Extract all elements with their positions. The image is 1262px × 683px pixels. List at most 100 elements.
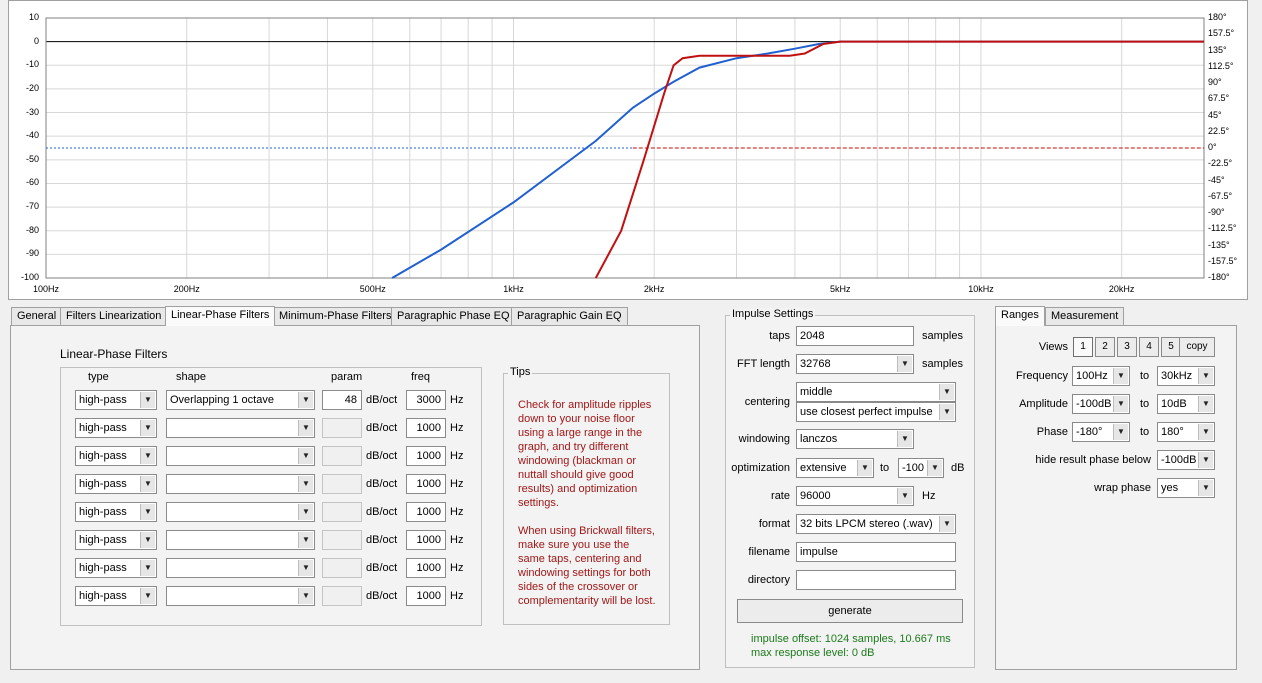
view-3-button[interactable]: 3 bbox=[1117, 337, 1137, 357]
wrap-phase-select[interactable]: yes ▼ bbox=[1157, 478, 1215, 498]
filter-param-input[interactable] bbox=[322, 586, 362, 606]
filter-param-unit: dB/oct bbox=[366, 534, 398, 546]
filter-param-input[interactable] bbox=[322, 530, 362, 550]
filter-freq-input[interactable]: 1000 bbox=[406, 586, 446, 606]
tips-line: windowing settings for both bbox=[518, 567, 651, 579]
frequency-from-select[interactable]: 100Hz ▼ bbox=[1072, 366, 1130, 386]
x-tick-label: 500Hz bbox=[359, 284, 386, 294]
tab-measurement[interactable]: Measurement bbox=[1045, 307, 1125, 325]
rate-unit: Hz bbox=[922, 490, 936, 502]
filter-type-select[interactable]: high-pass ▼ bbox=[75, 446, 157, 466]
optimization-select[interactable]: extensive ▼ bbox=[796, 458, 874, 478]
filter-freq-input[interactable]: 3000 bbox=[406, 390, 446, 410]
filter-freq-input[interactable]: 1000 bbox=[406, 530, 446, 550]
filter-freq-input[interactable]: 1000 bbox=[406, 446, 446, 466]
tab-minimum-phase-filters[interactable]: Minimum-Phase Filters bbox=[273, 307, 398, 325]
chevron-down-icon: ▼ bbox=[939, 384, 954, 400]
filter-freq-unit: Hz bbox=[450, 506, 464, 518]
chevron-down-icon: ▼ bbox=[140, 476, 155, 492]
chevron-down-icon: ▼ bbox=[1198, 452, 1213, 468]
filter-type-select[interactable]: high-pass ▼ bbox=[75, 586, 157, 606]
filter-shape-select[interactable]: ▼ bbox=[166, 558, 315, 578]
section-title: Linear-Phase Filters bbox=[60, 347, 168, 361]
chevron-down-icon: ▼ bbox=[1198, 480, 1213, 496]
copy-view-button[interactable]: copy bbox=[1179, 337, 1215, 357]
filter-type-select[interactable]: high-pass ▼ bbox=[75, 502, 157, 522]
y-tick-label: -80 bbox=[25, 224, 39, 235]
phase-from-select[interactable]: -180° ▼ bbox=[1072, 422, 1130, 442]
filter-type-select[interactable]: high-pass ▼ bbox=[75, 530, 157, 550]
tips-line: same taps, centering and bbox=[518, 553, 642, 565]
filter-param-unit: dB/oct bbox=[366, 450, 398, 462]
phase-tick-label: -90° bbox=[1208, 207, 1225, 217]
hide-phase-label: hide result phase below bbox=[1035, 454, 1151, 466]
filter-shape-select[interactable]: ▼ bbox=[166, 418, 315, 438]
fft-length-select[interactable]: 32768 ▼ bbox=[796, 354, 914, 374]
tab-ranges[interactable]: Ranges bbox=[995, 306, 1045, 326]
tab-paragraphic-phase-eq[interactable]: Paragraphic Phase EQ bbox=[391, 307, 516, 325]
tab-general[interactable]: General bbox=[11, 307, 63, 325]
directory-input[interactable] bbox=[796, 570, 956, 590]
filter-shape-select[interactable]: ▼ bbox=[166, 502, 315, 522]
y-tick-label: -70 bbox=[25, 201, 39, 212]
chevron-down-icon: ▼ bbox=[1113, 368, 1128, 384]
frequency-response-graph: 10 0 -10 -20 -30 -40 -50 -60 -70 -80 -90 -100 180° 1… bbox=[8, 0, 1248, 300]
filter-type-select[interactable]: high-pass ▼ bbox=[75, 418, 157, 438]
view-5-button[interactable]: 5 bbox=[1161, 337, 1181, 357]
tab-linear-phase-filters[interactable]: Linear-Phase Filters bbox=[165, 306, 276, 326]
filter-param-input[interactable] bbox=[322, 502, 362, 522]
rate-select[interactable]: 96000 ▼ bbox=[796, 486, 914, 506]
filter-type-value: high-pass bbox=[79, 478, 127, 490]
filter-type-select[interactable]: high-pass ▼ bbox=[75, 558, 157, 578]
filter-freq-input[interactable]: 1000 bbox=[406, 474, 446, 494]
filter-shape-select[interactable]: Overlapping 1 octave ▼ bbox=[166, 390, 315, 410]
filter-param-input[interactable] bbox=[322, 446, 362, 466]
windowing-select[interactable]: lanczos ▼ bbox=[796, 429, 914, 449]
header-freq: freq bbox=[411, 371, 430, 383]
filter-shape-select[interactable]: ▼ bbox=[166, 586, 315, 606]
centering-mode-select[interactable]: use closest perfect impulse ▼ bbox=[796, 402, 956, 422]
phase-tick-label: 0° bbox=[1208, 142, 1217, 152]
tab-paragraphic-gain-eq[interactable]: Paragraphic Gain EQ bbox=[511, 307, 628, 325]
filter-type-select[interactable]: high-pass ▼ bbox=[75, 474, 157, 494]
phase-from-value: -180° bbox=[1076, 426, 1103, 438]
header-type: type bbox=[88, 371, 109, 383]
centering-select[interactable]: middle ▼ bbox=[796, 382, 956, 402]
phase-to-select[interactable]: 180° ▼ bbox=[1157, 422, 1215, 442]
filter-shape-select[interactable]: ▼ bbox=[166, 446, 315, 466]
chevron-down-icon: ▼ bbox=[140, 448, 155, 464]
filter-freq-unit: Hz bbox=[450, 590, 464, 602]
filter-freq-input[interactable]: 1000 bbox=[406, 502, 446, 522]
amplitude-from-select[interactable]: -100dB ▼ bbox=[1072, 394, 1130, 414]
filter-param-input[interactable] bbox=[322, 474, 362, 494]
filename-input[interactable]: impulse bbox=[796, 542, 956, 562]
tab-filters-linearization[interactable]: Filters Linearization bbox=[60, 307, 168, 325]
filter-freq-input[interactable]: 1000 bbox=[406, 418, 446, 438]
filter-param-input[interactable]: 48 bbox=[322, 390, 362, 410]
format-select[interactable]: 32 bits LPCM stereo (.wav) ▼ bbox=[796, 514, 956, 534]
filter-freq-input[interactable]: 1000 bbox=[406, 558, 446, 578]
filter-param-input[interactable] bbox=[322, 418, 362, 438]
frequency-to-select[interactable]: 30kHz ▼ bbox=[1157, 366, 1215, 386]
hide-phase-select[interactable]: -100dB ▼ bbox=[1157, 450, 1215, 470]
view-1-button[interactable]: 1 bbox=[1073, 337, 1093, 357]
amplitude-to-select[interactable]: 10dB ▼ bbox=[1157, 394, 1215, 414]
optimization-db-select[interactable]: -100 ▼ bbox=[898, 458, 944, 478]
ranges-panel: Views 12345 copy Frequency 100Hz ▼ to 30k… bbox=[995, 325, 1237, 670]
x-tick-label: 100Hz bbox=[32, 284, 59, 294]
filter-param-input[interactable] bbox=[322, 558, 362, 578]
phase-tick-label: -67.5° bbox=[1208, 190, 1233, 201]
filter-shape-select[interactable]: ▼ bbox=[166, 474, 315, 494]
tips-line: settings. bbox=[518, 497, 559, 509]
frequency-to-value: 30kHz bbox=[1161, 370, 1193, 382]
generate-button[interactable]: generate bbox=[737, 599, 963, 623]
filter-type-select[interactable]: high-pass ▼ bbox=[75, 390, 157, 410]
chevron-down-icon: ▼ bbox=[140, 560, 155, 576]
view-4-button[interactable]: 4 bbox=[1139, 337, 1159, 357]
filter-shape-select[interactable]: ▼ bbox=[166, 530, 315, 550]
views-label: Views bbox=[1038, 341, 1068, 353]
linear-phase-panel: Linear-Phase Filters type shape param fr… bbox=[10, 325, 700, 670]
taps-input[interactable]: 2048 bbox=[796, 326, 914, 346]
format-value: 32 bits LPCM stereo (.wav) bbox=[800, 518, 933, 530]
view-2-button[interactable]: 2 bbox=[1095, 337, 1115, 357]
